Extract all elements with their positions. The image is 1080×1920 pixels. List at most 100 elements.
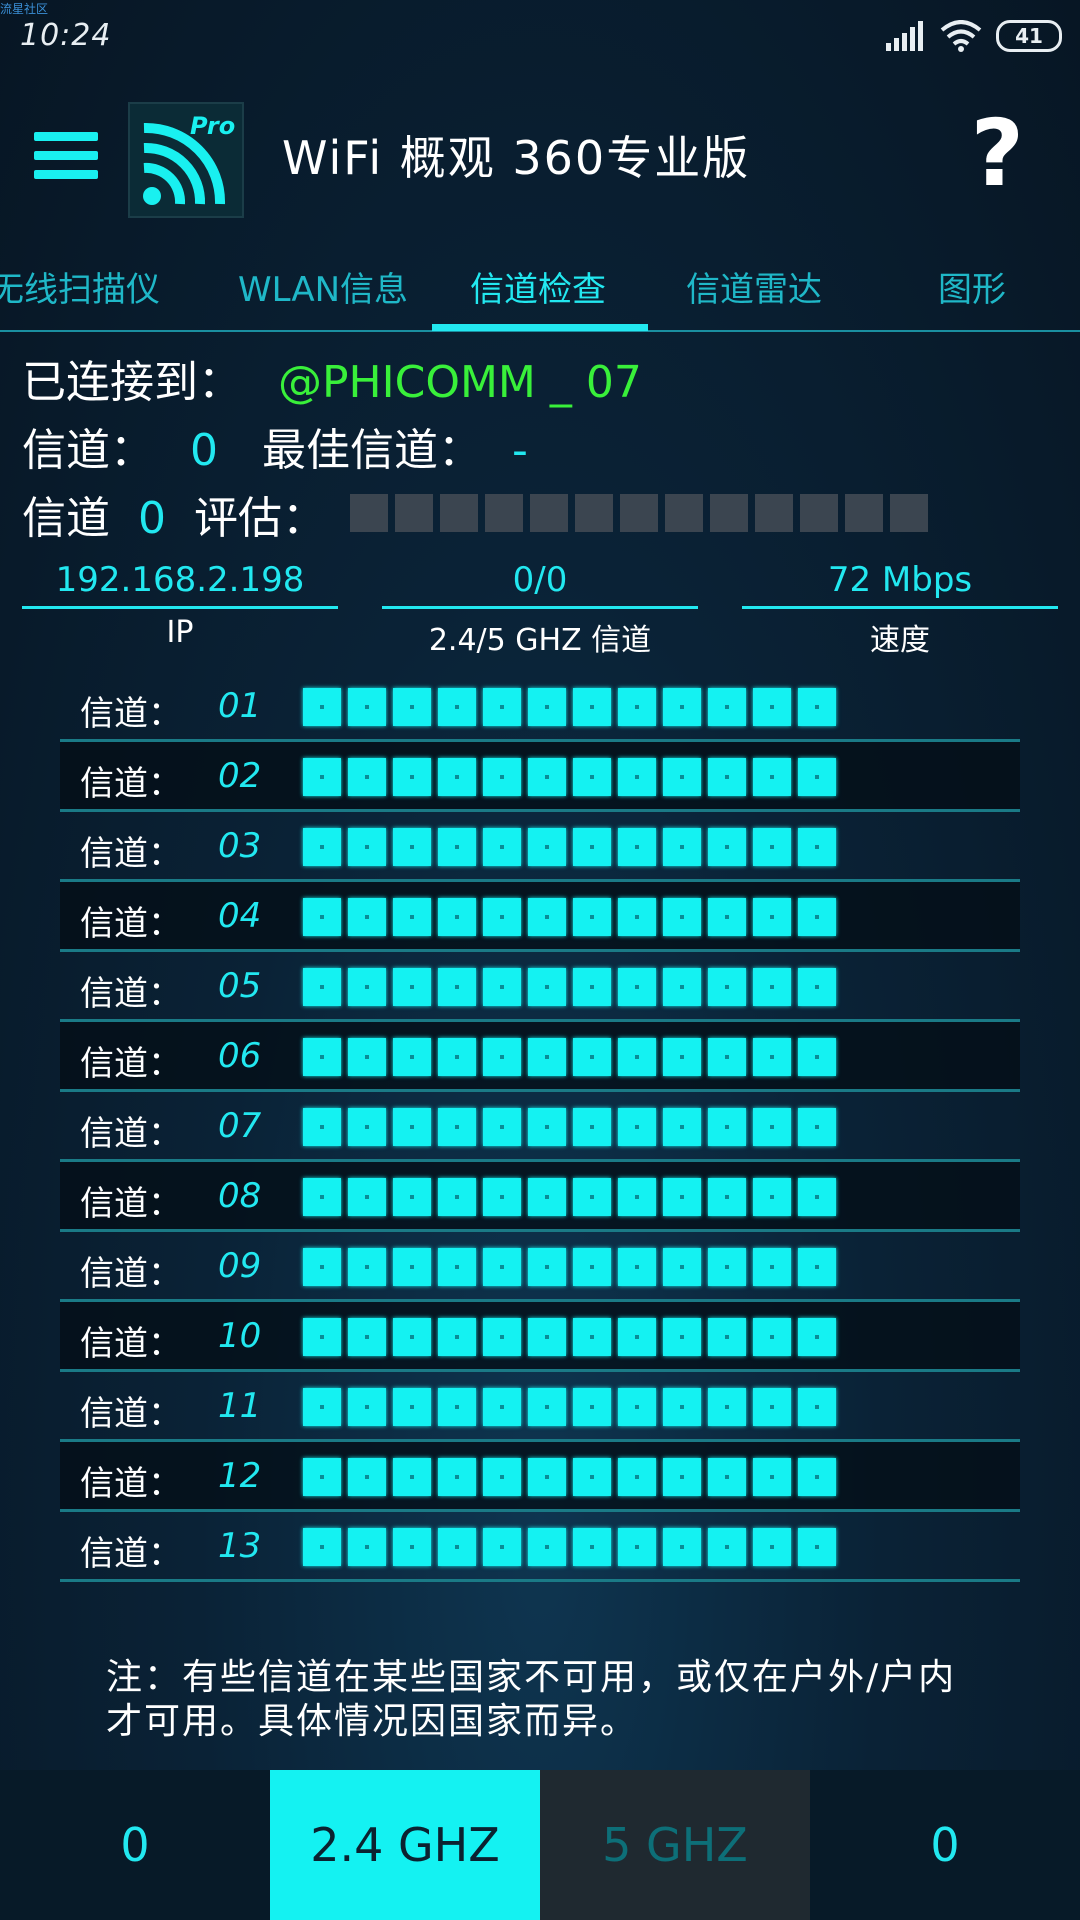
channel-quality-box — [438, 1388, 476, 1426]
channel-row: 信道： 02 — [60, 742, 1020, 812]
channel-quality-box — [663, 898, 701, 936]
channel-quality-box — [438, 1108, 476, 1146]
channel-quality-box — [573, 898, 611, 936]
channel-quality-box — [483, 1388, 521, 1426]
channel-quality-box — [303, 898, 341, 936]
channel-quality-box — [483, 1178, 521, 1216]
channel-quality-box — [708, 898, 746, 936]
help-button[interactable]: ? — [971, 100, 1024, 207]
band-5ghz-button[interactable]: 5 GHZ — [540, 1770, 810, 1920]
channel-row: 信道： 0 最佳信道： - — [22, 414, 528, 478]
channel-row-label: 信道： — [80, 1114, 182, 1154]
channel-quality-box — [798, 898, 836, 936]
rating-box — [755, 494, 793, 532]
channel-quality-box — [528, 1178, 566, 1216]
cell-signal-icon — [886, 21, 923, 51]
channel-quality-meter — [303, 1458, 836, 1496]
channel-quality-box — [393, 1318, 431, 1356]
channel-row-number: 13 — [218, 1526, 262, 1566]
rating-box — [710, 494, 748, 532]
rating-channel: 0 — [138, 493, 166, 544]
channel-row: 信道： 05 — [60, 952, 1020, 1022]
channel-row-label: 信道： — [80, 974, 182, 1014]
best-channel-value: - — [512, 425, 528, 476]
channel-row-label: 信道： — [80, 1534, 182, 1574]
channel-quality-box — [618, 968, 656, 1006]
channel-row-number: 05 — [218, 966, 262, 1006]
channel-row-label: 信道： — [80, 904, 182, 944]
tab-wireless-scanner[interactable]: 无线扫描仪 — [0, 262, 160, 311]
tab-channel-radar[interactable]: 信道雷达 — [686, 262, 822, 311]
channel-quality-box — [393, 1178, 431, 1216]
channel-quality-box — [393, 1038, 431, 1076]
channel-quality-box — [528, 1458, 566, 1496]
channel-quality-box — [528, 688, 566, 726]
menu-icon[interactable] — [34, 132, 98, 186]
channel-quality-box — [438, 1458, 476, 1496]
channel-row-number: 12 — [218, 1456, 262, 1496]
channel-quality-box — [798, 1318, 836, 1356]
channel-quality-box — [438, 1178, 476, 1216]
channel-quality-box — [348, 1528, 386, 1566]
channel-quality-box — [348, 1318, 386, 1356]
channel-quality-box — [438, 968, 476, 1006]
channel-quality-box — [393, 1108, 431, 1146]
channel-row: 信道： 04 — [60, 882, 1020, 952]
channel-quality-meter — [303, 1038, 836, 1076]
channel-quality-box — [708, 1388, 746, 1426]
channel-quality-box — [573, 758, 611, 796]
rating-box — [575, 494, 613, 532]
tab-channel-check[interactable]: 信道检查 — [470, 262, 606, 311]
channel-quality-box — [753, 1318, 791, 1356]
channel-quality-box — [618, 1528, 656, 1566]
status-bar: 10:24 41 — [0, 0, 1080, 72]
channel-quality-box — [528, 1108, 566, 1146]
channel-quality-box — [348, 688, 386, 726]
channel-quality-box — [753, 1388, 791, 1426]
channel-quality-box — [663, 1318, 701, 1356]
channel-quality-box — [348, 898, 386, 936]
channel-quality-box — [753, 1458, 791, 1496]
connected-row: 已连接到： @PHICOMM _ 07 — [22, 346, 642, 410]
channel-quality-box — [348, 1108, 386, 1146]
channel-row: 信道： 13 — [60, 1512, 1020, 1582]
channel-quality-box — [483, 898, 521, 936]
channel-quality-box — [618, 1318, 656, 1356]
channel-quality-box — [348, 828, 386, 866]
channel-quality-box — [708, 688, 746, 726]
channel-quality-box — [708, 758, 746, 796]
channel-row-label: 信道： — [80, 1254, 182, 1294]
channel-quality-box — [618, 758, 656, 796]
count-24ghz[interactable]: 0 — [0, 1770, 270, 1920]
channel-quality-box — [483, 1458, 521, 1496]
channel-quality-box — [753, 1178, 791, 1216]
channel-quality-box — [528, 1248, 566, 1286]
channel-quality-box — [348, 758, 386, 796]
channel-quality-box — [708, 1108, 746, 1146]
channel-quality-box — [393, 1388, 431, 1426]
channels-label: 2.4/5 GHZ 信道 — [428, 623, 652, 658]
channel-quality-box — [618, 898, 656, 936]
band-24ghz-button[interactable]: 2.4 GHZ — [270, 1770, 540, 1920]
channel-quality-box — [393, 688, 431, 726]
rating-suffix: 评估： — [194, 493, 326, 544]
channel-quality-meter — [303, 758, 836, 796]
battery-icon: 41 — [996, 20, 1062, 52]
channel-row-number: 01 — [218, 686, 262, 726]
channel-quality-box — [528, 1528, 566, 1566]
channel-quality-box — [798, 688, 836, 726]
connected-label: 已连接到： — [22, 357, 242, 408]
channel-quality-box — [618, 1038, 656, 1076]
tab-wlan-info[interactable]: WLAN信息 — [238, 262, 408, 311]
wifi-logo-icon: Pro — [143, 112, 235, 205]
channel-quality-box — [618, 1248, 656, 1286]
channel-quality-box — [528, 758, 566, 796]
count-5ghz[interactable]: 0 — [810, 1770, 1080, 1920]
stat-speed: 72 Mbps 速度 — [742, 560, 1058, 659]
app-title: WiFi 概观 360专业版 — [282, 131, 751, 185]
channel-row-number: 06 — [218, 1036, 262, 1076]
channel-quality-meter — [303, 1388, 836, 1426]
channel-quality-box — [483, 1248, 521, 1286]
channel-quality-box — [618, 688, 656, 726]
tab-graph[interactable]: 图形 — [938, 262, 1006, 311]
